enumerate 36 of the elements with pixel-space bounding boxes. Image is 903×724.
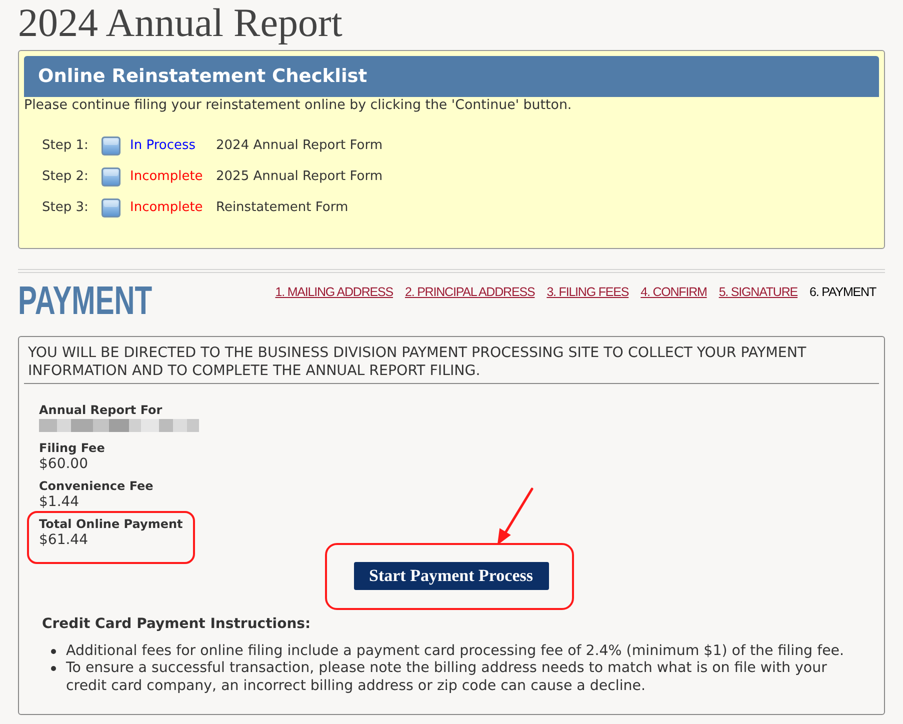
step-form-name: Reinstatement Form — [216, 198, 348, 217]
step-label: Step 2: — [42, 168, 90, 186]
step-label: Step 1: — [42, 136, 90, 155]
square-icon — [101, 136, 121, 156]
square-icon — [101, 198, 121, 218]
instruction-text: To ensure a successful transaction, please note the billing address needs to match what is on file with your credit card company, an incorrect billing address or zip code can cause a decline. — [66, 660, 828, 695]
wizard-step-link[interactable]: 4. CONFIRM — [640, 284, 707, 300]
checklist-intro: Please continue filing your reinstatement online by clicking the 'Continue' button. — [24, 98, 572, 114]
bullet-icon — [51, 648, 56, 654]
detail-label: Filing Fee — [39, 441, 105, 456]
step-status: In Process — [130, 136, 197, 155]
step-status: Incomplete — [130, 198, 204, 217]
wizard-step-link[interactable]: 3. FILING FEES — [546, 284, 629, 300]
checklist-title: Online Reinstatement Checklist — [38, 64, 368, 89]
detail-amount: $61.44 — [39, 532, 89, 548]
wizard-step-link[interactable]: 5. SIGNATURE — [718, 284, 798, 300]
detail-amount: $60.00 — [39, 456, 88, 473]
bullet-icon — [51, 666, 56, 672]
start-payment-button[interactable]: Start Payment Process — [354, 562, 548, 590]
step-label: Step 3: — [42, 198, 90, 217]
wizard-step-current: 6. PAYMENT — [810, 284, 876, 300]
wizard-step-link[interactable]: 1. MAILING ADDRESS — [275, 284, 393, 300]
wizard-step-link[interactable]: 2. PRINCIPAL ADDRESS — [404, 284, 535, 300]
payment-notice: YOU WILL BE DIRECTED TO THE BUSINESS DIVISION PAYMENT PROCESSING SITE TO COLLECT YOUR PAYMENT INFORMATION AND TO COMPLETE THE ANNUAL REPORT FILING. — [24, 344, 879, 384]
step-form-name: 2024 Annual Report Form — [216, 136, 383, 155]
payment-heading: PAYMENT — [18, 279, 152, 323]
detail-amount: $1.44 — [39, 494, 80, 511]
detail-label: Total Online Payment — [39, 516, 184, 532]
instructions-title: Credit Card Payment Instructions: — [42, 616, 311, 632]
page-title: 2024 Annual Report — [18, 0, 342, 46]
detail-label: Convenience Fee — [39, 479, 154, 494]
instruction-text: Additional fees for online filing include a payment card processing fee of 2.4% (minimum $1) of the filing fee. — [66, 642, 844, 660]
square-icon — [101, 166, 121, 186]
step-form-name: 2025 Annual Report Form — [216, 168, 383, 186]
detail-label: Annual Report For — [39, 403, 162, 418]
step-status: Incomplete — [130, 168, 204, 186]
